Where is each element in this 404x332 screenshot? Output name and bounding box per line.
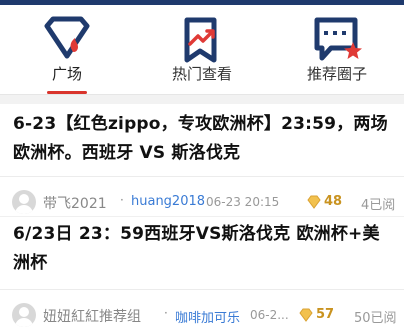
read-count: 50已阅 <box>354 311 397 326</box>
avatar[interactable] <box>12 190 36 214</box>
avatar[interactable] <box>12 303 36 327</box>
tab-label: 热门查看 <box>171 65 232 83</box>
diamond-icon <box>44 16 90 59</box>
post-meta: 妞妞紅紅推荐组 · 咖啡加可乐 06-2... 57 50已阅 <box>0 300 404 330</box>
source-link[interactable]: 咖啡加可乐 <box>175 307 240 326</box>
tab-label: 广场 <box>51 65 82 83</box>
post-title[interactable]: 6-23【红色zippo，专攻欧洲杯】23:59，两场欧洲杯。西班牙 VS 斯洛… <box>13 110 394 168</box>
score-value: 48 <box>324 194 343 209</box>
tab-bar: 广场 热门查看 推荐圈子 <box>0 5 404 94</box>
post-title[interactable]: 6/23日 23：59西班牙VS斯洛伐克 欧洲杯+美洲杯 <box>13 220 394 278</box>
bookmark-trend-icon <box>184 17 217 63</box>
post-separator <box>0 176 404 177</box>
tab-plaza[interactable]: 广场 <box>0 5 134 93</box>
read-count: 4已阅 <box>361 198 396 213</box>
tab-label: 推荐圈子 <box>306 65 367 83</box>
post-item[interactable]: 6-23【红色zippo，专攻欧洲杯】23:59，两场欧洲杯。西班牙 VS 斯洛… <box>0 104 404 216</box>
post-item[interactable]: 6/23日 23：59西班牙VS斯洛伐克 欧洲杯+美洲杯 妞妞紅紅推荐组 · 咖… <box>0 217 404 332</box>
chat-star-icon <box>314 17 362 61</box>
author-name[interactable]: 带飞2021 <box>43 193 107 213</box>
meta-dot: · <box>120 193 124 207</box>
post-time: 06-23 20:15 <box>206 195 280 209</box>
tab-recommended-circles[interactable]: 推荐圈子 <box>270 5 404 93</box>
section-divider <box>0 94 404 104</box>
author-name[interactable]: 妞妞紅紅推荐组 <box>43 306 141 326</box>
diamond-icon <box>307 195 321 209</box>
post-meta: 带飞2021 · huang2018 06-23 20:15 48 4已阅 <box>0 187 404 217</box>
score-value: 57 <box>316 307 335 322</box>
post-separator <box>0 289 404 290</box>
tab-hot[interactable]: 热门查看 <box>135 5 269 93</box>
diamond-icon <box>299 308 313 322</box>
post-time: 06-2... <box>250 308 289 322</box>
meta-dot: · <box>164 306 168 320</box>
source-link[interactable]: huang2018 <box>131 194 205 209</box>
